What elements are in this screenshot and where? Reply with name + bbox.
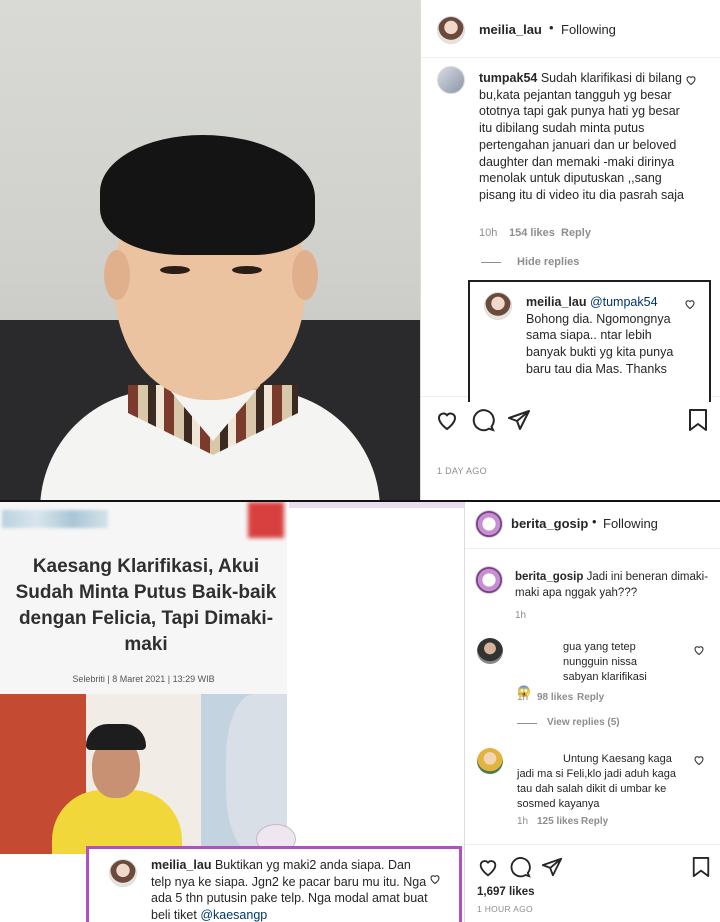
comment-body: gua yang tetep nungguin nissa sabyan kla…: [517, 640, 667, 700]
hair: [100, 135, 315, 255]
heart-icon[interactable]: [693, 754, 705, 766]
purple-strip: [289, 502, 464, 508]
ear: [104, 250, 130, 300]
bookmark-icon[interactable]: [687, 408, 709, 432]
post-header: meilia_lau • Following: [421, 0, 720, 58]
caption-username[interactable]: berita_gosip: [515, 571, 583, 583]
follow-status[interactable]: Following: [603, 516, 658, 531]
reply-link[interactable]: Reply: [561, 227, 591, 239]
comment-time: 1h: [517, 816, 529, 827]
comment-likes[interactable]: 98 likes: [537, 692, 573, 703]
highlight-username[interactable]: meilia_lau: [151, 858, 211, 872]
bookmark-icon[interactable]: [691, 856, 711, 878]
highlight-comment-body: meilia_lau Buktikan yg maki2 anda siapa.…: [151, 857, 431, 922]
comment-time: 10h: [479, 227, 498, 239]
blurred-badge: [248, 502, 284, 538]
avatar[interactable]: [437, 66, 465, 94]
article-card: Kaesang Klarifikasi, Akui Sudah Minta Pu…: [0, 502, 287, 854]
article-dateline: Selebriti | 8 Maret 2021 | 13:29 WIB: [72, 674, 215, 684]
heart-icon[interactable]: [435, 408, 459, 432]
post-likes[interactable]: 1,697 likes: [477, 886, 535, 898]
blurred-logo: [2, 510, 108, 528]
comment-likes[interactable]: 154 likes: [509, 227, 555, 239]
comment-icon[interactable]: [509, 856, 531, 878]
post-panel: meilia_lau • Following tumpak54 Sudah kl…: [420, 0, 720, 500]
reply-text: Bohong dia. Ngomongnya sama siapa.. ntar…: [526, 311, 674, 376]
top-screenshot: meilia_lau • Following tumpak54 Sudah kl…: [0, 0, 720, 502]
eye: [160, 266, 190, 274]
post-timestamp: 1 DAY AGO: [437, 466, 487, 476]
highlight-mention[interactable]: @kaesangp: [200, 908, 267, 922]
avatar[interactable]: [437, 16, 465, 44]
article-category[interactable]: Selebriti: [72, 674, 105, 684]
article-date: 8 Maret 2021: [112, 674, 166, 684]
separator-dot: •: [592, 514, 597, 529]
heart-icon[interactable]: [684, 298, 696, 310]
avatar[interactable]: [484, 292, 512, 320]
comment-body: tumpak54 Sudah klarifikasi di bilang bu,…: [479, 70, 689, 204]
heart-icon[interactable]: [429, 873, 441, 885]
divider: [481, 262, 501, 263]
comment-text: Untung Kaesang kaga jadi ma si Feli,klo …: [517, 753, 676, 810]
comment-body: Untung Kaesang kaga jadi ma si Feli,klo …: [517, 752, 687, 812]
divider: [465, 844, 720, 845]
reply-body: meilia_lau @tumpak54 Bohong dia. Ngomong…: [526, 294, 686, 378]
reply-mention[interactable]: @tumpak54: [590, 295, 658, 309]
eye: [232, 266, 262, 274]
reply-link[interactable]: Reply: [577, 692, 604, 703]
comment-time: 1h: [517, 692, 529, 703]
video-frame[interactable]: [0, 0, 420, 500]
ear: [292, 250, 318, 300]
article-headline[interactable]: Kaesang Klarifikasi, Akui Sudah Minta Pu…: [14, 554, 278, 658]
heart-icon[interactable]: [693, 644, 705, 656]
hide-replies-link[interactable]: Hide replies: [517, 256, 579, 268]
reply-highlight-box: meilia_lau @tumpak54 Bohong dia. Ngomong…: [468, 280, 711, 402]
reply-username[interactable]: meilia_lau: [526, 295, 586, 309]
comment-text: gua yang tetep nungguin nissa sabyan kla…: [563, 641, 647, 683]
person-shirt: [52, 790, 182, 854]
comment-username[interactable]: tumpak54: [479, 71, 537, 85]
caption-body: berita_gosip Jadi ini beneran dimaki-mak…: [515, 570, 713, 601]
avatar[interactable]: [475, 566, 503, 594]
view-replies-link[interactable]: View replies (5): [547, 717, 620, 728]
article-time: 13:29 WIB: [172, 674, 215, 684]
divider: [517, 723, 537, 724]
divider: [465, 548, 720, 549]
heart-icon[interactable]: [477, 856, 499, 878]
reply-link[interactable]: Reply: [581, 816, 608, 827]
follow-status[interactable]: Following: [561, 22, 616, 37]
avatar[interactable]: [477, 638, 503, 664]
avatar[interactable]: [109, 859, 137, 887]
share-icon[interactable]: [507, 408, 531, 432]
article-photo: [0, 694, 287, 854]
avatar[interactable]: [475, 510, 503, 538]
comment-icon[interactable]: [471, 408, 495, 432]
username[interactable]: meilia_lau: [479, 22, 542, 37]
comment-likes[interactable]: 125 likes: [537, 816, 579, 827]
separator-dot: •: [549, 20, 554, 35]
article-screenshot: Kaesang Klarifikasi, Akui Sudah Minta Pu…: [0, 502, 464, 922]
comment-text: Sudah klarifikasi di bilang bu,kata peja…: [479, 71, 684, 202]
caption-time: 1h: [515, 610, 527, 621]
heart-icon[interactable]: [685, 74, 697, 86]
avatar[interactable]: [477, 748, 503, 774]
person-cap: [86, 724, 146, 750]
comment-highlight-box: meilia_lau Buktikan yg maki2 anda siapa.…: [86, 846, 462, 922]
post-timestamp: 1 HOUR AGO: [477, 904, 533, 914]
share-icon[interactable]: [541, 856, 563, 878]
username[interactable]: berita_gosip: [511, 516, 588, 531]
post-panel: berita_gosip • Following berita_gosip Ja…: [464, 502, 720, 922]
